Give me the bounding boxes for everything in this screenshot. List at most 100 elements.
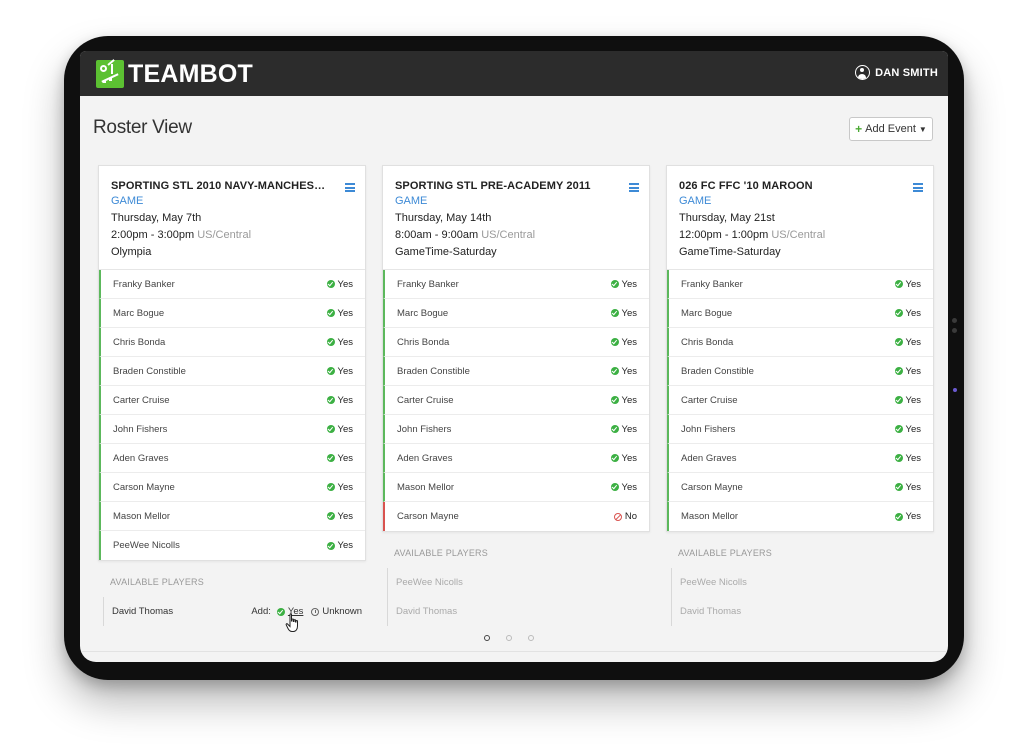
available-player-row[interactable]: PeeWee Nicolls	[672, 568, 934, 597]
rsvp-status[interactable]: Yes	[610, 308, 637, 319]
rsvp-status-label: Yes	[337, 481, 354, 493]
rsvp-status[interactable]: Yes	[610, 337, 637, 348]
player-row[interactable]: Chris Bonda Yes	[383, 328, 649, 357]
player-row[interactable]: John Fishers Yes	[667, 415, 933, 444]
event-team-name[interactable]: SPORTING STL PRE-ACADEMY 2011	[395, 179, 615, 193]
rsvp-status[interactable]: Yes	[894, 337, 921, 348]
player-name: Aden Graves	[681, 452, 737, 464]
player-row[interactable]: Franky Banker Yes	[667, 270, 933, 299]
player-row[interactable]: Marc Bogue Yes	[99, 299, 365, 328]
add-unknown-option[interactable]: Unknown	[311, 606, 362, 617]
rsvp-status[interactable]: Yes	[326, 308, 353, 319]
player-row[interactable]: Mason Mellor Yes	[383, 473, 649, 502]
pagination-dot[interactable]	[506, 635, 512, 641]
rsvp-status[interactable]: Yes	[610, 279, 637, 290]
hamburger-menu-icon[interactable]	[629, 183, 639, 192]
player-row[interactable]: Braden Constible Yes	[667, 357, 933, 386]
rsvp-status[interactable]: Yes	[326, 366, 353, 377]
device-indicator	[953, 388, 957, 392]
event-team-name[interactable]: 026 FC FFC '10 MAROON	[679, 179, 899, 193]
rsvp-status[interactable]: Yes	[894, 279, 921, 290]
event-timezone: US/Central	[481, 229, 536, 241]
player-row[interactable]: Aden Graves Yes	[383, 444, 649, 473]
rsvp-status-label: Yes	[905, 481, 922, 493]
hamburger-menu-icon[interactable]	[345, 183, 355, 192]
hamburger-menu-icon[interactable]	[913, 183, 923, 192]
player-row[interactable]: Chris Bonda Yes	[99, 328, 365, 357]
player-row[interactable]: Carson Mayne No	[383, 502, 649, 531]
pagination-dot[interactable]	[484, 635, 490, 641]
check-circle-icon	[894, 512, 903, 521]
available-player-row[interactable]: David Thomas	[672, 597, 934, 626]
logo-text[interactable]: TEAMBOT	[128, 60, 253, 88]
rsvp-status-label: Yes	[905, 452, 922, 464]
check-circle-icon	[326, 454, 335, 462]
player-row[interactable]: Marc Bogue Yes	[667, 299, 933, 328]
rsvp-status[interactable]: Yes	[610, 424, 637, 435]
rsvp-status[interactable]: Yes	[894, 424, 921, 435]
rsvp-status[interactable]: Yes	[326, 453, 353, 464]
player-row[interactable]: Franky Banker Yes	[99, 270, 365, 299]
player-row[interactable]: Braden Constible Yes	[99, 357, 365, 386]
rsvp-status[interactable]: Yes	[894, 481, 922, 493]
rsvp-status[interactable]: Yes	[894, 511, 921, 522]
rsvp-status[interactable]: Yes	[610, 395, 637, 406]
rsvp-status[interactable]: Yes	[610, 453, 637, 464]
available-player-row[interactable]: David Thomas	[388, 597, 650, 626]
player-list: Franky Banker Yes Marc Bogue Yes Chris Bonda…	[383, 270, 649, 531]
player-name: John Fishers	[397, 423, 452, 435]
player-row[interactable]: PeeWee Nicolls Yes	[99, 531, 365, 560]
player-row[interactable]: Marc Bogue Yes	[383, 299, 649, 328]
check-circle-icon	[610, 425, 619, 433]
user-menu[interactable]: DAN SMITH	[855, 65, 938, 80]
pagination-dot[interactable]	[528, 635, 534, 641]
check-circle-icon	[894, 483, 903, 491]
event-team-name[interactable]: SPORTING STL 2010 NAVY-MANCHESTE...	[111, 179, 331, 193]
rsvp-status[interactable]: Yes	[894, 395, 921, 406]
rsvp-status[interactable]: Yes	[326, 540, 353, 551]
player-row[interactable]: Aden Graves Yes	[99, 444, 365, 473]
player-row[interactable]: Franky Banker Yes	[383, 270, 649, 299]
rsvp-status[interactable]: Yes	[610, 482, 637, 493]
player-row[interactable]: Carter Cruise Yes	[667, 386, 933, 415]
check-circle-icon	[610, 367, 619, 375]
rsvp-status[interactable]: Yes	[894, 452, 922, 464]
player-row[interactable]: Carson Mayne Yes	[667, 473, 933, 502]
player-row[interactable]: Braden Constible Yes	[383, 357, 649, 386]
teambot-logo-icon[interactable]	[96, 59, 124, 88]
player-row[interactable]: Chris Bonda Yes	[667, 328, 933, 357]
player-row[interactable]: Aden Graves Yes	[667, 444, 933, 473]
check-circle-icon	[326, 512, 335, 520]
event-header: 026 FC FFC '10 MAROON GAME Thursday, May 2…	[667, 166, 933, 270]
rsvp-status[interactable]: No	[613, 511, 637, 522]
player-row[interactable]: John Fishers Yes	[99, 415, 365, 444]
add-event-button[interactable]: + Add Event ▼	[849, 117, 933, 141]
rsvp-status[interactable]: Yes	[894, 366, 921, 377]
rsvp-status[interactable]: Yes	[610, 366, 637, 377]
rsvp-status[interactable]: Yes	[326, 481, 354, 493]
divider	[80, 651, 948, 652]
check-circle-icon	[894, 454, 903, 462]
player-row[interactable]: John Fishers Yes	[383, 415, 649, 444]
event-card: SPORTING STL PRE-ACADEMY 2011 GAME Thursda…	[382, 165, 650, 532]
player-row[interactable]: Carson Mayne Yes	[99, 473, 365, 502]
player-name: Chris Bonda	[113, 336, 166, 348]
rsvp-status[interactable]: Yes	[326, 395, 353, 406]
user-name: DAN SMITH	[875, 66, 938, 79]
user-avatar-icon	[855, 65, 871, 80]
rsvp-status[interactable]: Yes	[326, 424, 353, 435]
event-date: Thursday, May 7th	[111, 212, 202, 224]
player-row[interactable]: Carter Cruise Yes	[383, 386, 649, 415]
rsvp-status[interactable]: Yes	[326, 337, 353, 348]
event-column: SPORTING STL 2010 NAVY-MANCHESTE... GAME T…	[98, 165, 366, 626]
hand-pointer-cursor-icon	[285, 613, 298, 632]
player-row[interactable]: Mason Mellor Yes	[667, 502, 933, 531]
rsvp-status[interactable]: Yes	[326, 279, 353, 290]
player-row[interactable]: Carter Cruise Yes	[99, 386, 365, 415]
available-player-row[interactable]: David Thomas Add: Yes Unknown	[104, 597, 366, 626]
available-player-row[interactable]: PeeWee Nicolls	[388, 568, 650, 597]
player-row[interactable]: Mason Mellor Yes	[99, 502, 365, 531]
rsvp-status[interactable]: Yes	[894, 308, 921, 319]
rsvp-status[interactable]: Yes	[326, 511, 353, 522]
app-screen: TEAMBOT DAN SMITH Roster View + Add Even…	[80, 51, 948, 662]
